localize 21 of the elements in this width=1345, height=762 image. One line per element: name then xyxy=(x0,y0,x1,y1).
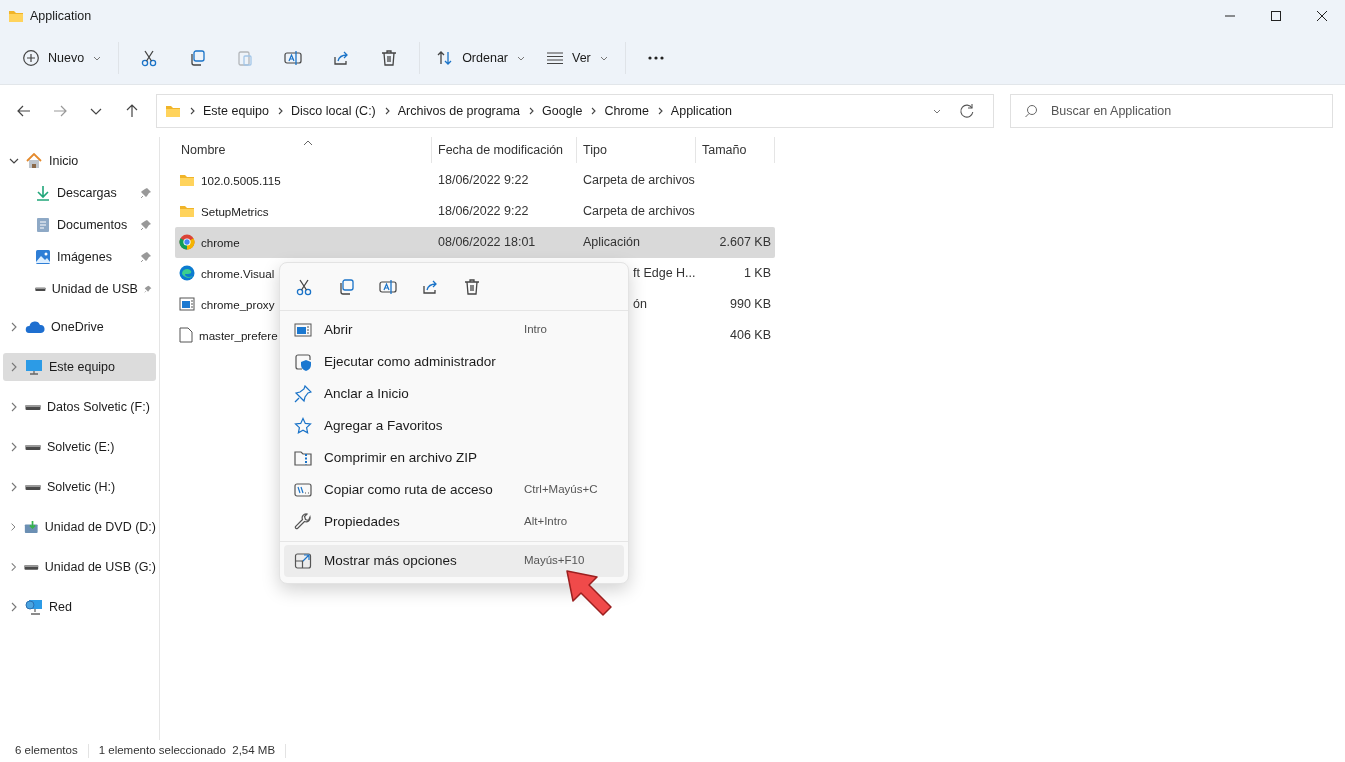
file-name: 102.0.5005.115 xyxy=(201,172,281,189)
window-title: Application xyxy=(30,7,92,25)
file-type: Aplicación xyxy=(583,235,640,250)
file-size: 2.607 KB xyxy=(719,235,771,250)
file-name: chrome_proxy xyxy=(201,296,275,313)
file-name: master_prefere xyxy=(199,327,278,344)
file-type: Carpeta de archivos xyxy=(583,204,695,219)
modified-date: 08/06/2022 18:01 xyxy=(438,235,536,250)
file-type: ón xyxy=(633,297,647,312)
file-size: 990 KB xyxy=(730,297,771,312)
modified-date: 18/06/2022 9:22 xyxy=(438,204,529,219)
file-type: ft Edge H... xyxy=(633,266,696,281)
status-text: 1 elemento seleccionado 2,54 MB xyxy=(98,743,276,759)
file-name: chrome xyxy=(201,234,240,251)
file-name: chrome.Visual xyxy=(201,265,275,282)
modified-date: 18/06/2022 9:22 xyxy=(438,173,529,188)
status-text: 6 elementos xyxy=(15,743,78,759)
file-name: SetupMetrics xyxy=(201,203,269,220)
file-size: 406 KB xyxy=(730,328,771,343)
file-type: Carpeta de archivos xyxy=(583,173,695,188)
file-size: 1 KB xyxy=(743,266,771,281)
